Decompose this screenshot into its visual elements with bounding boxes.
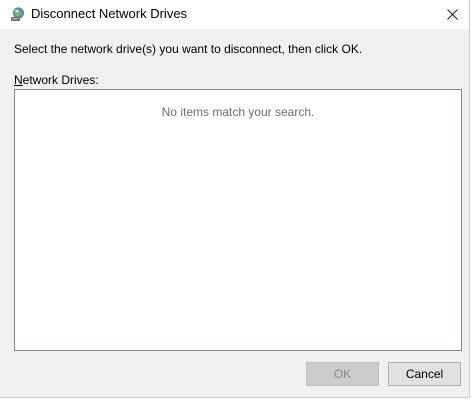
close-button[interactable] [435, 0, 469, 29]
empty-list-message: No items match your search. [161, 105, 315, 119]
window-title: Disconnect Network Drives [31, 6, 188, 21]
title-bar[interactable]: Disconnect Network Drives [0, 0, 469, 29]
network-drives-label: Network Drives: [14, 73, 99, 87]
network-drives-label-accelerator: N [14, 73, 23, 87]
network-drives-label-rest: etwork Drives: [22, 73, 99, 87]
network-drives-list[interactable]: No items match your search. [14, 89, 462, 351]
cancel-button[interactable]: Cancel [388, 362, 461, 386]
disconnect-network-drives-dialog: Disconnect Network Drives Select the net… [0, 0, 470, 398]
ok-button[interactable]: OK [306, 362, 379, 386]
network-drive-icon [9, 6, 26, 23]
close-icon [446, 9, 458, 20]
instruction-text: Select the network drive(s) you want to … [14, 42, 363, 56]
